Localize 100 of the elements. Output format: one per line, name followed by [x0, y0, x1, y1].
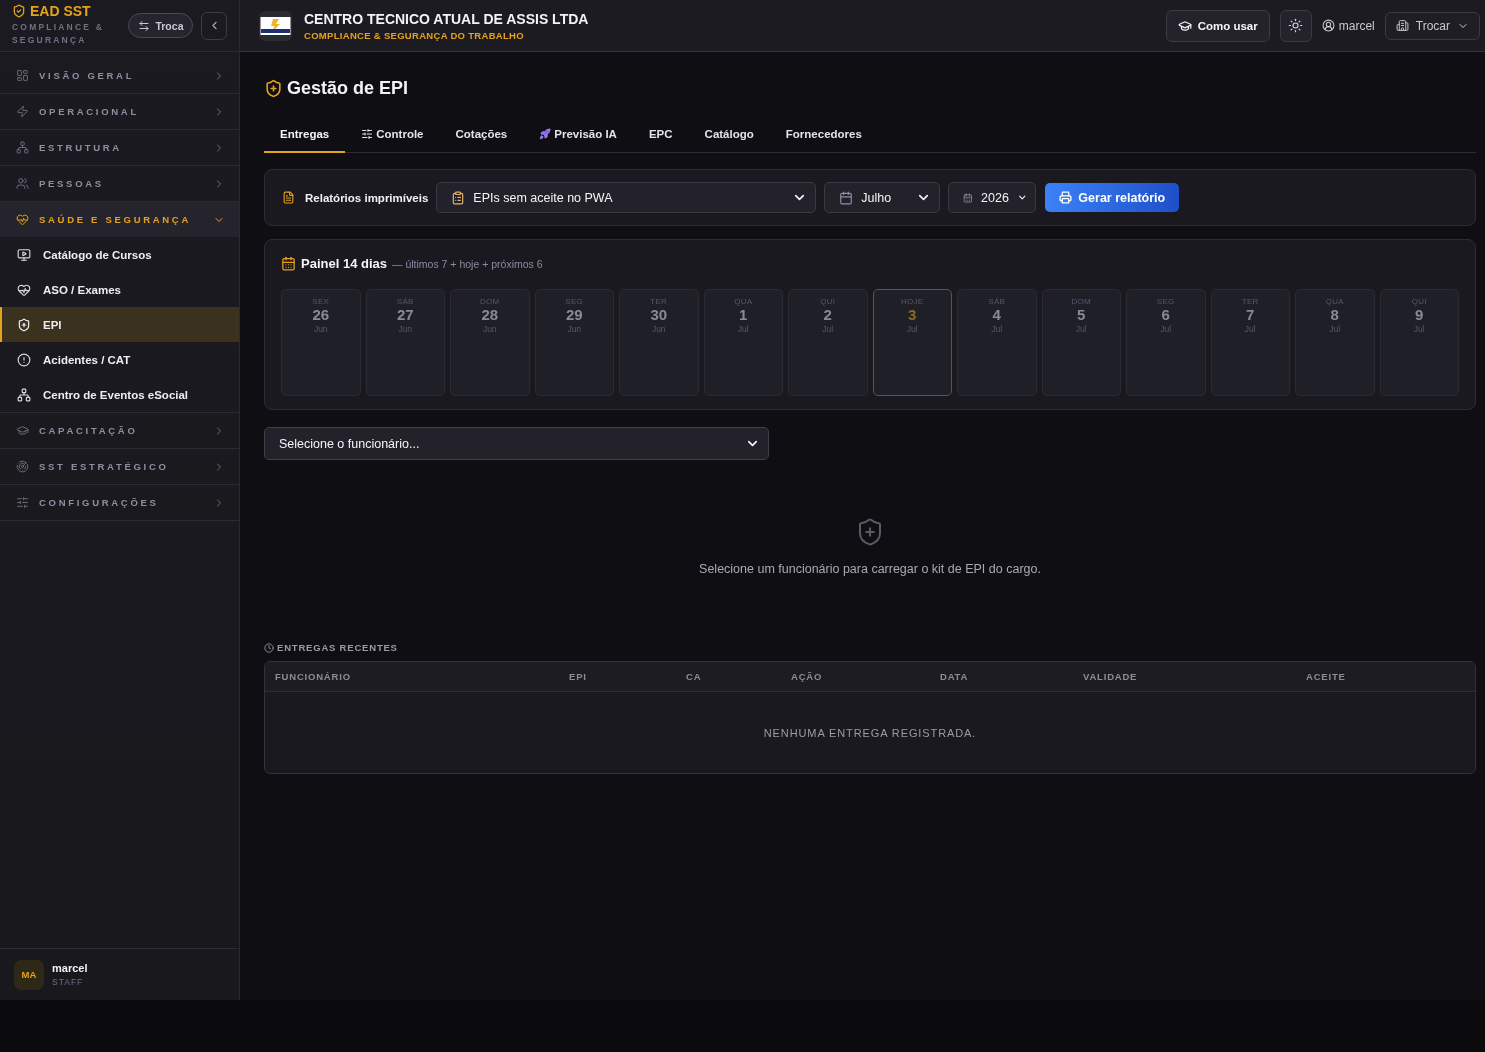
column-header: ACEITE	[1306, 671, 1347, 682]
day-month: Jul	[991, 324, 1003, 334]
help-button[interactable]: Como usar	[1165, 9, 1270, 42]
theme-toggle-button[interactable]	[1279, 9, 1312, 42]
tab[interactable]: Fornecedores	[769, 116, 878, 153]
shield-plus-icon	[17, 317, 31, 332]
sidebar-section[interactable]: CONFIGURAÇÕES	[0, 485, 239, 520]
panel-subtitle: — últimos 7 + hoje + próximos 6	[392, 257, 543, 270]
day-number: 9	[1415, 306, 1424, 324]
section-title: ENTREGAS RECENTES	[277, 642, 398, 653]
page-title: Gestão de EPI	[287, 78, 409, 99]
day-number: 7	[1246, 306, 1255, 324]
clipboard-icon	[451, 190, 466, 205]
sidebar-item[interactable]: ASO / Exames	[0, 272, 239, 307]
sliders-icon	[361, 127, 374, 140]
shield-check-icon	[12, 4, 26, 18]
sidebar-section[interactable]: VISÃO GERAL	[0, 58, 239, 93]
sidebar-section[interactable]: ESTRUTURA	[0, 130, 239, 165]
swap-arrows-icon	[138, 19, 151, 32]
tab[interactable]: Controle	[345, 116, 440, 153]
day-month: Jul	[1075, 324, 1087, 334]
sidebar-section[interactable]: SST ESTRATÉGICO	[0, 449, 239, 484]
day-card[interactable]: SÁB 4 Jul	[957, 289, 1037, 396]
lightning-icon	[16, 105, 29, 118]
day-month: Jul	[1413, 324, 1425, 334]
printer-icon	[1059, 191, 1073, 204]
day-month: Jul	[1160, 324, 1172, 334]
day-month: Jul	[1244, 324, 1256, 334]
column-header: CA	[686, 671, 703, 682]
clock-icon	[264, 642, 274, 653]
day-weekday: QUA	[734, 297, 753, 306]
day-month: Jul	[737, 324, 749, 334]
day-number: 1	[739, 306, 748, 324]
day-number: 29	[565, 306, 583, 324]
brand-tagline: COMPLIANCE & SEGURANÇA	[12, 21, 106, 47]
day-month: Jul	[1329, 324, 1341, 334]
company-subtitle: COMPLIANCE & SEGURANÇA DO TRABALHO	[304, 29, 525, 41]
column-header: VALIDADE	[1083, 671, 1139, 682]
calendar-icon	[963, 190, 974, 205]
swap-button[interactable]: Troca	[128, 13, 194, 38]
people-icon	[16, 177, 29, 190]
column-header: DATA	[940, 671, 970, 682]
day-card[interactable]: DOM 5 Jul	[1041, 289, 1121, 396]
sidebar-section[interactable]: OPERACIONAL	[0, 94, 239, 129]
building-icon	[1395, 19, 1409, 32]
sidebar-section[interactable]: PESSOAS	[0, 166, 239, 201]
day-month: Jun	[398, 324, 413, 334]
rocket-icon	[539, 127, 552, 140]
day-weekday: DOM	[1071, 297, 1092, 306]
generate-report-button[interactable]: Gerar relatório	[1045, 183, 1180, 212]
day-weekday: QUA	[1325, 297, 1344, 306]
shield-plus-icon	[264, 79, 283, 98]
day-number: 8	[1330, 306, 1339, 324]
hierarchy-icon	[17, 387, 31, 402]
year-select[interactable]: 2026	[948, 182, 1037, 213]
day-card[interactable]: SÁB 27 Jun	[365, 289, 445, 396]
month-select[interactable]: Julho	[824, 182, 941, 213]
graduation-cap-icon	[1177, 18, 1192, 33]
column-header: FUNCIONÁRIO	[275, 671, 352, 682]
tab[interactable]: Catálogo	[688, 116, 770, 153]
dashboard-icon	[16, 69, 29, 82]
day-number: 28	[481, 306, 499, 324]
day-number: 2	[823, 306, 832, 324]
brand-name: EAD SST	[30, 4, 91, 18]
tab[interactable]: Previsão IA	[523, 116, 633, 153]
day-number: 4	[992, 306, 1001, 324]
user-name: marcel	[52, 962, 88, 974]
day-number: 3	[908, 306, 917, 324]
heart-pulse-icon	[17, 282, 31, 297]
user-menu[interactable]: marcel	[1321, 18, 1375, 33]
sidebar-item[interactable]: Catálogo de Cursos	[0, 237, 239, 272]
tab[interactable]: EPC	[632, 116, 689, 153]
video-screen-icon	[17, 247, 31, 262]
sidebar-item[interactable]: EPI	[0, 307, 239, 342]
day-number: 30	[650, 306, 668, 324]
sidebar-item[interactable]: Centro de Eventos eSocial	[0, 377, 239, 412]
employee-select[interactable]: Selecione o funcionário...	[264, 427, 769, 460]
column-header: EPI	[569, 671, 588, 682]
tab[interactable]: Entregas	[264, 116, 346, 153]
sidebar-section[interactable]: CAPACITAÇÃO	[0, 413, 239, 448]
target-icon	[16, 460, 29, 473]
graduation-cap-icon	[16, 424, 29, 437]
day-card[interactable]: QUA 1 Jul	[703, 289, 783, 396]
company-logo	[259, 10, 292, 41]
sidebar-section[interactable]: SAÚDE E SEGURANÇA	[0, 202, 239, 237]
company-name: CENTRO TECNICO ATUAL DE ASSIS LTDA	[304, 10, 590, 27]
day-weekday: SÁB	[396, 297, 414, 306]
column-header: AÇÃO	[791, 671, 824, 682]
sidebar-item[interactable]: Acidentes / CAT	[0, 342, 239, 377]
switch-company-button[interactable]: Trocar	[1384, 11, 1480, 40]
user-icon	[1321, 19, 1335, 32]
report-select[interactable]: EPIs sem aceite no PWA	[436, 182, 817, 213]
calendar-icon	[281, 256, 296, 271]
day-card[interactable]: QUA 8 Jul	[1295, 289, 1375, 396]
user-avatar: MA	[14, 959, 44, 990]
empty-table-message: NENHUMA ENTREGA REGISTRADA.	[763, 726, 977, 739]
tab[interactable]: Cotações	[439, 116, 524, 153]
day-number: 27	[396, 306, 414, 324]
calendar-icon	[839, 190, 854, 205]
user-role: STAFF	[52, 977, 85, 987]
